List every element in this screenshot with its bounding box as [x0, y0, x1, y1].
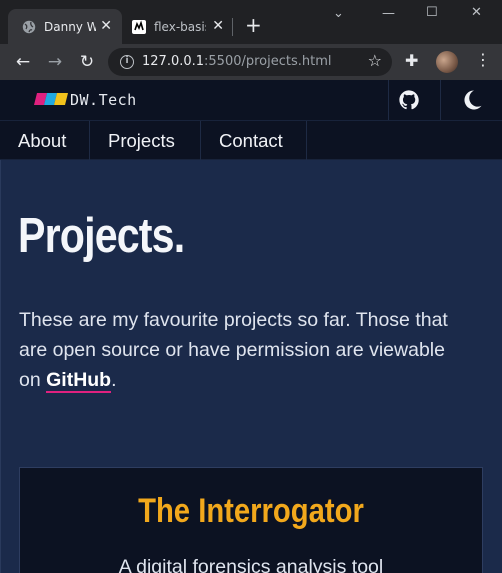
site-info-icon[interactable]: i — [120, 55, 134, 69]
nav-projects[interactable]: Projects — [90, 121, 201, 160]
url-path: :5500/projects.html — [204, 54, 332, 69]
globe-icon — [22, 20, 36, 33]
bookmark-star-icon[interactable]: ☆ — [368, 51, 382, 70]
profile-avatar[interactable] — [436, 51, 458, 73]
reload-icon[interactable]: ↻ — [76, 51, 98, 73]
tab-title: Danny W — [44, 19, 96, 34]
project-description: A digital forensics analysis tool — [118, 556, 384, 573]
page-title: Projects. — [18, 209, 185, 263]
intro-text: These are my favourite projects so far. … — [19, 305, 469, 395]
tab-title: flex-basis — [154, 19, 206, 34]
logo-icon[interactable] — [34, 93, 68, 105]
extensions-puzzle-icon[interactable]: ✚ — [405, 51, 418, 70]
tab-search-icon[interactable]: ⌄ — [333, 6, 344, 21]
minimize-button[interactable]: — — [382, 6, 395, 21]
window-close-button[interactable]: ✕ — [471, 5, 482, 20]
nav-contact[interactable]: Contact — [201, 121, 307, 160]
url-text[interactable]: 127.0.0.1:5500/projects.html — [142, 54, 332, 69]
browser-menu-icon[interactable]: ⋮ — [475, 50, 491, 69]
close-tab-icon[interactable]: ✕ — [100, 18, 112, 34]
github-link[interactable]: GitHub — [46, 369, 112, 393]
intro-text-end: . — [111, 369, 117, 391]
site-nav: About Projects Contact — [0, 120, 502, 160]
theme-toggle-button[interactable] — [440, 80, 502, 120]
site-logo-text[interactable]: DW.Tech — [70, 91, 137, 109]
project-card[interactable]: The Interrogator A digital forensics ana… — [19, 467, 483, 573]
tab-flex-basis[interactable]: flex-basis ✕ — [122, 9, 234, 44]
github-button[interactable] — [388, 80, 428, 120]
back-arrow-icon[interactable]: ← — [12, 51, 34, 73]
github-icon — [398, 90, 419, 110]
maximize-button[interactable]: ☐ — [426, 5, 438, 20]
tab-projects[interactable]: Danny W ✕ — [8, 9, 122, 44]
project-title: The Interrogator — [138, 492, 364, 530]
new-tab-button[interactable]: + — [245, 13, 262, 37]
nav-about[interactable]: About — [0, 121, 90, 160]
moon-icon — [463, 90, 481, 110]
close-tab-icon[interactable]: ✕ — [212, 18, 224, 34]
browser-tab-strip: Danny W ✕ flex-basis ✕ + ⌄ — ☐ ✕ — [0, 0, 502, 44]
address-bar[interactable]: i 127.0.0.1:5500/projects.html ☆ — [108, 48, 392, 76]
mdn-icon — [132, 19, 146, 34]
browser-toolbar: ← → ↻ i 127.0.0.1:5500/projects.html ☆ — [0, 44, 502, 80]
url-host: 127.0.0.1 — [142, 54, 205, 69]
tab-separator — [232, 18, 233, 36]
forward-arrow-icon[interactable]: → — [44, 51, 66, 73]
